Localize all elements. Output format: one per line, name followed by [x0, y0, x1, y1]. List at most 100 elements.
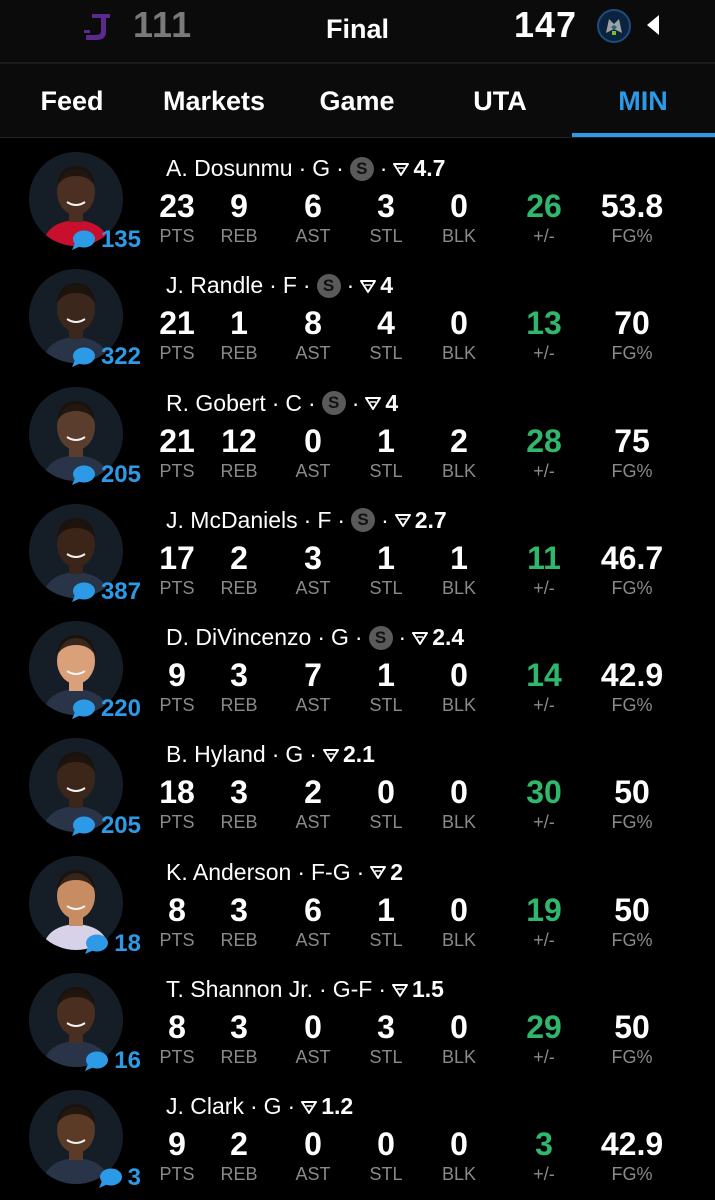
projection-value: 2.7: [414, 506, 447, 533]
stat-value: 1: [230, 305, 248, 342]
stat-label: STL: [369, 226, 403, 246]
separator: ·: [269, 272, 277, 299]
tab-feed[interactable]: Feed: [20, 86, 124, 117]
stat-value: 53.8: [600, 188, 664, 224]
projection-value: 2.1: [342, 741, 375, 768]
player-info: J. Clark · G · 1.2: [166, 1093, 353, 1120]
stat-fg-pct: 50 FG%: [592, 1009, 672, 1068]
comment-count[interactable]: 18: [83, 929, 141, 959]
player-name[interactable]: J. Randle: [166, 272, 263, 299]
separator: ·: [302, 272, 311, 299]
stat-value: 3: [377, 1009, 395, 1046]
player-row[interactable]: 16 T. Shannon Jr. · G-F · 1.5 8 PTS 3 REB…: [0, 959, 715, 1076]
stat-label: AST: [295, 812, 331, 833]
comment-count[interactable]: 220: [70, 694, 141, 724]
stat-value: 50: [614, 774, 650, 811]
player-position: F: [282, 272, 297, 299]
comment-count[interactable]: 205: [70, 811, 141, 841]
separator: ·: [398, 624, 407, 651]
stat-label: BLK: [441, 929, 477, 950]
stat-label: AST: [295, 929, 331, 950]
stat-value: 9: [230, 188, 248, 224]
projection-value: 2.4: [432, 624, 465, 651]
player-row[interactable]: 205 R. Gobert · C · S · 4 21 PTS 12 REB 0 …: [0, 373, 715, 490]
stat-label: BLK: [441, 1164, 477, 1185]
caret-left-icon[interactable]: [647, 15, 659, 35]
comment-count[interactable]: 3: [97, 1163, 141, 1193]
player-name[interactable]: R. Gobert: [166, 390, 266, 417]
player-row[interactable]: 205 B. Hyland · G · 2.1 18 PTS 3 REB 2 AST…: [0, 724, 715, 841]
player-row[interactable]: 3 J. Clark · G · 1.2 9 PTS2 REB0 AST0: [0, 1076, 715, 1193]
stat-reb: 3 REB: [199, 892, 279, 951]
player-row[interactable]: 18 K. Anderson · F-G · 2 8 PTS 3 REB 6 AST…: [0, 842, 715, 959]
stat-plus-minus: 13 +/-: [504, 305, 584, 364]
player-name[interactable]: K. Anderson: [166, 859, 291, 886]
stat-label: STL: [369, 1047, 403, 1068]
starter-badge-icon: S: [349, 156, 374, 181]
comment-count[interactable]: 322: [70, 342, 141, 372]
stat-value: 3: [304, 539, 322, 576]
tab-game[interactable]: Game: [305, 86, 409, 117]
comment-count[interactable]: 205: [70, 460, 141, 490]
projection-icon: [365, 397, 382, 411]
stat-blk: 0 BLK: [419, 774, 499, 833]
stat-label: +/-: [533, 695, 555, 716]
stat-value: 42.9: [600, 1126, 664, 1163]
player-name[interactable]: A. Dosunmu: [166, 155, 293, 182]
player-name[interactable]: J. Clark: [166, 1093, 244, 1120]
chat-bubble-icon: [98, 1168, 122, 1189]
player-position: G: [312, 155, 331, 181]
stat-label: STL: [369, 577, 403, 598]
stat-value: 2: [230, 1126, 248, 1163]
comment-count[interactable]: 16: [83, 1046, 141, 1076]
stat-value: 3: [377, 188, 395, 224]
stat-blk: 0 BLK: [419, 188, 499, 247]
stat-value: 4: [377, 305, 395, 342]
tab-uta[interactable]: UTA: [450, 86, 550, 117]
separator: ·: [354, 624, 363, 651]
separator: ·: [378, 976, 386, 1003]
comment-count-value: 135: [100, 226, 141, 253]
player-info: K. Anderson · F-G · 2: [166, 859, 403, 886]
player-row[interactable]: 220 D. DiVincenzo · G · S · 2.4 9 PTS 3 R…: [0, 607, 715, 724]
stat-reb: 3 REB: [199, 657, 279, 716]
chat-bubble-icon: [71, 347, 95, 368]
player-name[interactable]: D. DiVincenzo: [166, 624, 311, 651]
stat-value: 42.9: [600, 657, 664, 694]
separator: ·: [308, 389, 316, 416]
stat-value: 3: [230, 891, 248, 928]
player-name[interactable]: J. McDaniels: [166, 507, 298, 534]
stat-fg-pct: 75 FG%: [592, 423, 672, 482]
player-row[interactable]: 135 A. Dosunmu · G · S · 4.7 23 PTS 9 REB…: [0, 138, 715, 255]
stat-value: 29: [526, 1009, 562, 1046]
starter-badge-icon: S: [368, 625, 393, 650]
stat-label: STL: [369, 695, 403, 716]
projection-value: 4: [380, 272, 394, 299]
stat-plus-minus: 19 +/-: [504, 892, 584, 951]
comment-count[interactable]: 387: [70, 577, 141, 607]
stat-value: 3: [535, 1126, 553, 1163]
home-score: 147: [514, 4, 578, 45]
player-info: R. Gobert · C · S · 4: [166, 390, 398, 417]
stat-ast: 0 AST: [273, 1126, 353, 1185]
player-row[interactable]: 387 J. McDaniels · F · S · 2.7 17 PTS 2 R…: [0, 490, 715, 607]
stat-label: FG%: [611, 460, 653, 481]
stat-value: 28: [526, 422, 562, 459]
tab-markets[interactable]: Markets: [152, 86, 276, 117]
player-name[interactable]: B. Hyland: [166, 741, 266, 768]
separator: ·: [298, 155, 307, 181]
player-position: G-F: [332, 976, 373, 1003]
comment-count[interactable]: 135: [70, 225, 141, 255]
player-info: D. DiVincenzo · G · S · 2.4: [166, 624, 464, 651]
stat-label: REB: [220, 577, 258, 598]
stat-label: FG%: [611, 226, 653, 246]
stat-label: +/-: [533, 812, 555, 833]
player-name[interactable]: T. Shannon Jr.: [166, 976, 313, 1003]
player-row[interactable]: 322 J. Randle · F · S · 4 21 PTS 1 REB 8 A…: [0, 255, 715, 372]
stat-value: 1: [377, 891, 395, 928]
stat-value: 0: [377, 1126, 395, 1163]
projection-value: 2: [390, 858, 404, 885]
tab-min[interactable]: MIN: [593, 86, 693, 117]
player-position: G: [263, 1093, 282, 1120]
player-list: 135 A. Dosunmu · G · S · 4.7 23 PTS 9 REB…: [0, 138, 715, 1194]
